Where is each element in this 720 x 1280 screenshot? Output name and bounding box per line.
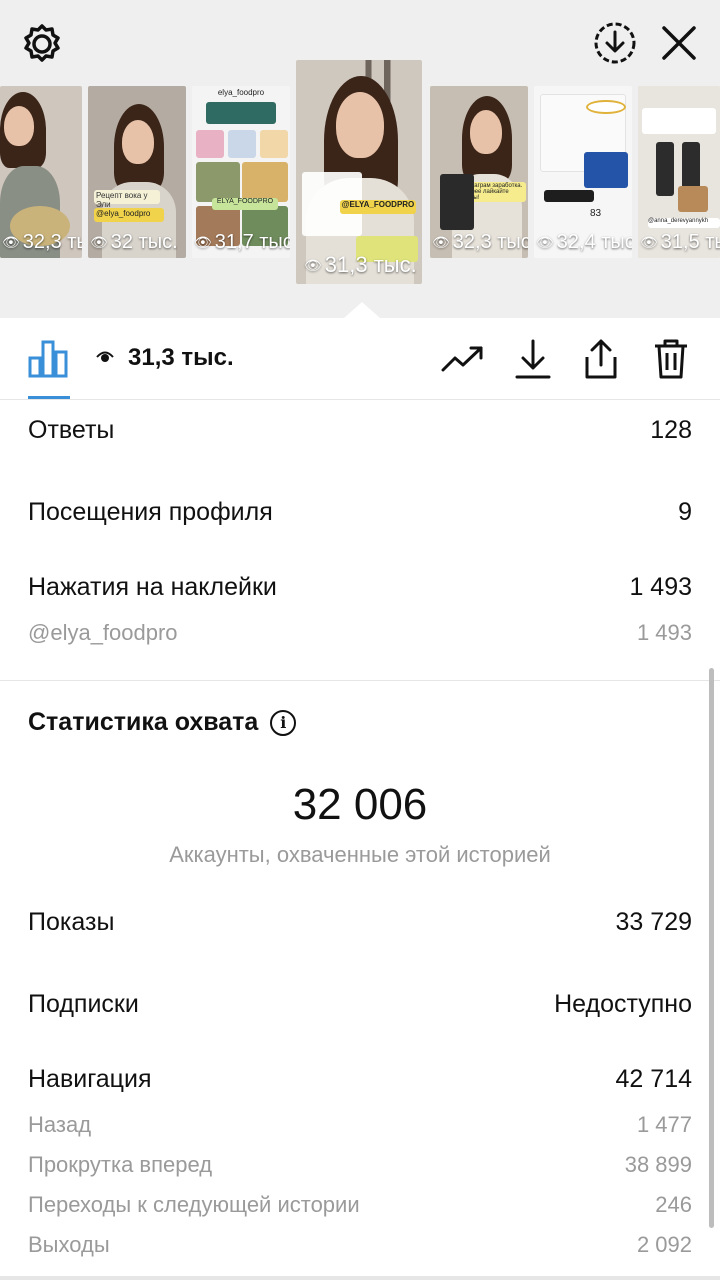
stat-label: Нажатия на наклейки xyxy=(28,573,277,601)
story-views: 👁32,3 тыс. xyxy=(432,231,528,253)
story-thumbnail[interactable]: Рецепт вока у Эли @elya_foodpro 👁 32 тыс. xyxy=(88,86,186,258)
trash-icon xyxy=(655,339,687,379)
stat-row-sticker-taps: Нажатия на наклейки 1 493 xyxy=(28,573,692,602)
stat-value: 128 xyxy=(650,416,692,444)
stat-row-navigation: Навигация 42 714 xyxy=(28,1065,692,1094)
story-thumbnail[interactable]: @anna_derevyannykh 👁31,5 тыс. xyxy=(638,86,720,258)
eye-icon: 👁 xyxy=(194,234,212,250)
eye-icon: 👁 xyxy=(90,234,108,250)
stat-value: 9 xyxy=(678,498,692,526)
story-views: 👁 32 тыс. xyxy=(90,231,178,253)
stat-value: 38 899 xyxy=(624,1152,692,1177)
stat-row-follows: Подписки Недоступно xyxy=(28,990,692,1019)
close-button[interactable] xyxy=(656,20,702,66)
gear-icon xyxy=(24,24,60,62)
selected-pointer xyxy=(344,302,380,318)
reach-section-title: Статистика охвата i xyxy=(28,708,297,737)
info-icon[interactable]: i xyxy=(270,709,297,736)
viewers-button[interactable]: 31,3 тыс. xyxy=(96,344,234,372)
section-divider xyxy=(0,680,720,681)
story-views: 👁32,4 тыс. xyxy=(536,231,632,253)
eye-icon: 👁 xyxy=(432,234,450,250)
insights-tab[interactable] xyxy=(28,338,68,378)
story-thumbnail[interactable]: elya_foodpro ELYA_FOODPRO 👁31,7 тыс. xyxy=(192,86,290,258)
stat-label: Посещения профиля xyxy=(28,498,273,526)
stat-value: 2 092 xyxy=(636,1232,692,1257)
eye-icon xyxy=(96,348,114,369)
bottom-divider xyxy=(0,1276,720,1280)
trending-icon xyxy=(441,346,483,372)
download-icon xyxy=(515,339,551,379)
story-tag: @elya_foodpro xyxy=(94,208,164,222)
stat-row-forward: Прокрутка вперед 38 899 xyxy=(28,1152,692,1178)
story-caption: Рецепт вока у Эли xyxy=(94,190,160,209)
stat-value: Недоступно xyxy=(554,990,692,1018)
stat-label: Прокрутка вперед xyxy=(28,1152,213,1177)
download-story-button[interactable] xyxy=(590,18,640,68)
accounts-reached-caption: Аккаунты, охваченные этой историей xyxy=(169,842,551,867)
stat-value: 1 493 xyxy=(636,620,692,645)
eye-icon: 👁 xyxy=(640,234,658,250)
story-views: 👁31,7 тыс. xyxy=(194,231,290,253)
stat-row-profile-visits: Посещения профиля 9 xyxy=(28,498,692,527)
eye-icon: 👁 xyxy=(2,234,20,250)
eye-icon: 👁 xyxy=(536,234,554,250)
stats-toolbar: 31,3 тыс. xyxy=(0,318,720,400)
scrollbar[interactable] xyxy=(709,668,714,1228)
story-views: 👁31,5 тыс. xyxy=(640,231,720,253)
stat-label: Ответы xyxy=(28,416,115,444)
stat-label: Переходы к следующей истории xyxy=(28,1192,360,1217)
close-icon xyxy=(662,26,696,60)
story-views: 👁32,3 тыс. xyxy=(2,231,82,253)
story-thumbnail[interactable]: Инстаграм заработка. Скорее лайкайте пос… xyxy=(430,86,528,258)
stat-row-exits: Выходы 2 092 xyxy=(28,1232,692,1258)
stat-value: 1 477 xyxy=(636,1112,692,1137)
delete-button[interactable] xyxy=(648,336,694,382)
story-thumbnail[interactable]: 83 👁32,4 тыс. xyxy=(534,86,632,258)
promote-button[interactable] xyxy=(440,336,486,382)
stat-row-replies: Ответы 128 xyxy=(28,416,692,445)
stat-label: Навигация xyxy=(28,1065,152,1093)
story-header: elya_foodpro xyxy=(217,88,265,97)
save-button[interactable] xyxy=(510,336,556,382)
stat-label: Назад xyxy=(28,1112,92,1137)
story-carousel-area: 👁32,3 тыс. Рецепт вока у Эли @elya_foodp… xyxy=(0,0,720,318)
stat-row-mention-sticker[interactable]: @elya_foodpro 1 493 xyxy=(28,620,692,646)
share-button[interactable] xyxy=(578,336,624,382)
story-view-count: 31,3 тыс. xyxy=(128,344,234,371)
stat-row-impressions: Показы 33 729 xyxy=(28,908,692,937)
stat-label: Выходы xyxy=(28,1232,110,1257)
download-circle-icon xyxy=(594,22,636,64)
bar-chart-icon xyxy=(28,340,68,378)
accounts-reached-value: 32 006 xyxy=(292,780,428,829)
stat-label: Подписки xyxy=(28,990,139,1018)
share-icon xyxy=(585,339,617,379)
story-thumbnail[interactable]: 👁32,3 тыс. xyxy=(0,86,82,258)
story-tag: @anna_derevyannykh xyxy=(648,218,720,228)
story-tag: @ELYA_FOODPRO xyxy=(340,200,416,214)
stat-label: Показы xyxy=(28,908,115,936)
stat-value: 33 729 xyxy=(615,908,692,936)
stat-value: 246 xyxy=(655,1192,692,1217)
settings-button[interactable] xyxy=(18,20,66,68)
stat-value: 1 493 xyxy=(629,573,692,601)
section-title-text: Статистика охвата xyxy=(28,708,259,736)
stat-row-next-story: Переходы к следующей истории 246 xyxy=(28,1192,692,1218)
story-tag: ELYA_FOODPRO xyxy=(212,198,278,210)
story-views: 👁 31,3 тыс. xyxy=(304,252,417,277)
active-tab-indicator xyxy=(28,396,70,399)
story-number: 83 xyxy=(590,208,602,219)
stat-label: @elya_foodpro xyxy=(28,620,178,645)
eye-icon: 👁 xyxy=(304,256,322,273)
stat-row-back: Назад 1 477 xyxy=(28,1112,692,1138)
stat-value: 42 714 xyxy=(615,1065,692,1093)
story-thumbnail-selected[interactable]: @ELYA_FOODPRO 👁 31,3 тыс. xyxy=(296,60,422,284)
